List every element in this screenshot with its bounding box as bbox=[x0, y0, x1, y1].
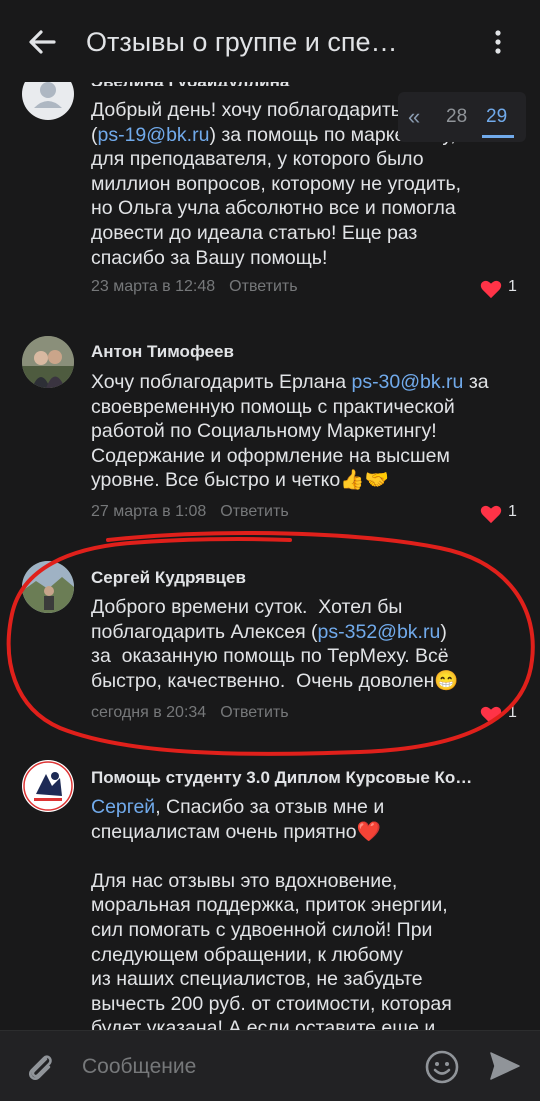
reply-button[interactable]: Ответить bbox=[229, 278, 297, 295]
like-button[interactable]: 1 bbox=[480, 503, 520, 525]
emoji-icon[interactable] bbox=[424, 1049, 460, 1085]
avatar-photo bbox=[22, 336, 74, 388]
comment-text: Хочу поблагодарить Ерлана ps-30@bk.ru за… bbox=[91, 371, 489, 492]
more-vertical-icon[interactable] bbox=[486, 24, 510, 60]
group-logo-icon bbox=[23, 761, 73, 811]
comment-author[interactable]: Сергей Кудрявцев bbox=[91, 566, 516, 590]
heart-icon bbox=[480, 706, 502, 725]
avatar[interactable] bbox=[22, 336, 74, 388]
comment-meta: сегодня в 20:34 Ответить bbox=[91, 704, 289, 722]
message-input[interactable] bbox=[80, 1051, 404, 1083]
email-link[interactable]: ps-352@bk.ru bbox=[318, 621, 441, 643]
heart-icon bbox=[480, 280, 502, 299]
send-icon[interactable] bbox=[488, 1049, 522, 1083]
comment-date: 27 марта в 1:08 bbox=[91, 503, 207, 520]
comment-text: Доброго времени суток. Хотел бы поблагод… bbox=[91, 596, 459, 692]
current-page-indicator bbox=[482, 135, 514, 138]
page-28-button[interactable]: 28 bbox=[446, 106, 467, 128]
mention-link[interactable]: Сергей bbox=[91, 796, 155, 818]
prev-page-button[interactable]: « bbox=[408, 104, 420, 130]
comments-feed[interactable]: Эвелина Губаидуллина Добрый день! хочу п… bbox=[0, 0, 540, 1030]
comment-text: Сергей, Спасибо за отзыв мне и специалис… bbox=[91, 796, 452, 1030]
like-button[interactable]: 1 bbox=[480, 278, 520, 300]
avatar-photo bbox=[22, 561, 74, 613]
like-count: 1 bbox=[508, 278, 517, 295]
page-title: Отзывы о группе и спе… bbox=[86, 27, 398, 57]
message-composer bbox=[0, 1030, 540, 1101]
attach-icon[interactable] bbox=[22, 1049, 58, 1085]
reply-button[interactable]: Ответить bbox=[220, 503, 288, 520]
comment-date: 23 марта в 12:48 bbox=[91, 278, 216, 295]
reply-button[interactable]: Ответить bbox=[220, 704, 288, 721]
like-count: 1 bbox=[508, 704, 517, 721]
page-29-button[interactable]: 29 bbox=[486, 106, 507, 128]
email-link[interactable]: ps-30@bk.ru bbox=[351, 371, 463, 393]
comment-meta: 23 марта в 12:48 Ответить bbox=[91, 278, 298, 296]
comment-date: сегодня в 20:34 bbox=[91, 704, 207, 721]
top-app-bar: Отзывы о группе и спе… bbox=[0, 0, 540, 82]
back-arrow-icon[interactable] bbox=[24, 24, 60, 60]
group-avatar[interactable] bbox=[22, 760, 74, 812]
like-button[interactable]: 1 bbox=[480, 704, 520, 726]
comment-meta: 27 марта в 1:08 Ответить bbox=[91, 503, 289, 521]
heart-icon bbox=[480, 505, 502, 524]
email-link[interactable]: ps-19@bk.ru bbox=[98, 124, 210, 146]
pagination: « 28 29 bbox=[398, 92, 526, 142]
like-count: 1 bbox=[508, 503, 517, 520]
avatar[interactable] bbox=[22, 561, 74, 613]
comment-author[interactable]: Антон Тимофеев bbox=[91, 340, 516, 364]
comment-author[interactable]: Помощь студенту 3.0 Диплом Курсовые Ко… bbox=[91, 766, 516, 790]
